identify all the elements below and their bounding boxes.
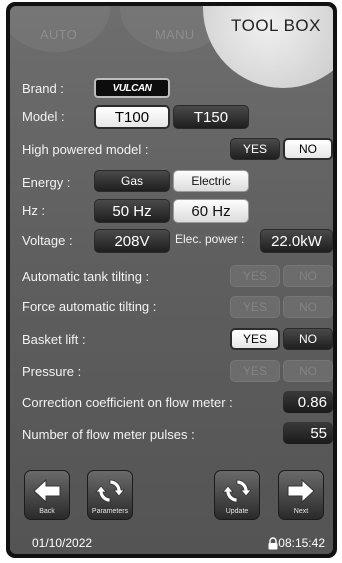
auto-tank-tilting-yes-button[interactable]: YES xyxy=(230,265,280,287)
arrow-right-icon xyxy=(287,478,315,504)
high-powered-label: High powered model : xyxy=(22,142,149,157)
basket-lift-label: Basket lift : xyxy=(22,332,86,347)
footer-date: 01/10/2022 xyxy=(32,536,93,550)
hz-60-button[interactable]: 60 Hz xyxy=(173,199,249,223)
footer-time: 08:15:42 xyxy=(278,536,325,550)
force-auto-tilting-label: Force automatic tilting : xyxy=(22,299,157,314)
model-label: Model : xyxy=(22,109,65,124)
energy-electric-button[interactable]: Electric xyxy=(173,170,249,192)
device-frame: AUTO MANU TOOL BOX Brand : VULCAN Model … xyxy=(6,2,337,558)
energy-label: Energy : xyxy=(22,175,71,190)
update-label: Update xyxy=(225,508,249,515)
model-t150-button[interactable]: T150 xyxy=(173,105,249,129)
elec-power-label: Elec. power : xyxy=(175,232,245,246)
high-powered-yes-button[interactable]: YES xyxy=(230,138,280,160)
update-button[interactable]: Update xyxy=(214,470,260,520)
basket-lift-yes-button[interactable]: YES xyxy=(230,328,280,350)
brand-logo[interactable]: VULCAN xyxy=(94,78,170,98)
auto-tank-tilting-no-button[interactable]: NO xyxy=(283,265,333,287)
brand-label: Brand : xyxy=(22,81,64,96)
correction-coefficient-label: Correction coefficient on flow meter : xyxy=(22,395,233,410)
page-title: TOOL BOX xyxy=(231,16,321,35)
next-label: Next xyxy=(293,508,309,515)
parameters-button[interactable]: Parameters xyxy=(87,470,133,520)
pressure-label: Pressure : xyxy=(22,364,82,379)
back-button[interactable]: Back xyxy=(24,470,70,520)
voltage-value[interactable]: 208V xyxy=(94,229,170,253)
auto-tank-tilting-label: Automatic tank tilting : xyxy=(22,269,150,284)
hz-label: Hz : xyxy=(22,203,46,218)
correction-coefficient-value[interactable]: 0.86 xyxy=(283,391,333,413)
pressure-no-button[interactable]: NO xyxy=(283,360,333,382)
flow-meter-pulses-label: Number of flow meter pulses : xyxy=(22,427,195,442)
flow-meter-pulses-value[interactable]: 55 xyxy=(283,422,333,444)
model-t100-button[interactable]: T100 xyxy=(94,105,170,129)
pressure-yes-button[interactable]: YES xyxy=(230,360,280,382)
footer-clock: 08:15:42 xyxy=(268,536,325,550)
back-label: Back xyxy=(39,508,55,515)
tab-bar: AUTO MANU TOOL BOX xyxy=(10,6,333,88)
arrow-left-icon xyxy=(33,478,61,504)
refresh-icon xyxy=(222,479,252,503)
toolbox-screen: AUTO MANU TOOL BOX Brand : VULCAN Model … xyxy=(10,6,333,554)
force-auto-tilting-yes-button[interactable]: YES xyxy=(230,296,280,318)
tab-auto[interactable]: AUTO xyxy=(40,27,77,42)
high-powered-no-button[interactable]: NO xyxy=(283,138,333,160)
lock-icon xyxy=(268,536,278,549)
energy-gas-button[interactable]: Gas xyxy=(94,170,170,192)
basket-lift-no-button[interactable]: NO xyxy=(283,328,333,350)
next-button[interactable]: Next xyxy=(278,470,324,520)
force-auto-tilting-no-button[interactable]: NO xyxy=(283,296,333,318)
refresh-icon xyxy=(95,479,125,503)
tab-manu[interactable]: MANU xyxy=(155,27,194,42)
parameters-label: Parameters xyxy=(91,508,129,515)
hz-50-button[interactable]: 50 Hz xyxy=(94,199,170,223)
elec-power-value[interactable]: 22.0kW xyxy=(260,229,333,253)
voltage-label: Voltage : xyxy=(22,233,73,248)
